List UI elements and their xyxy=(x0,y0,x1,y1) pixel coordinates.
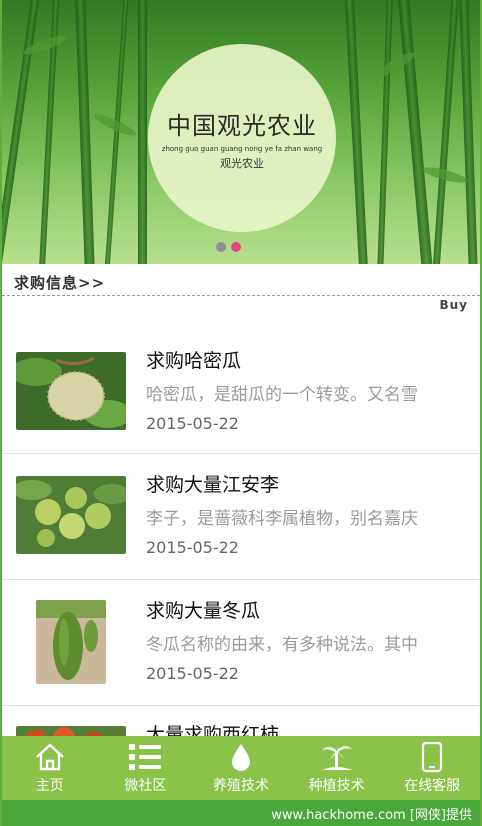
water-drop-icon xyxy=(224,741,258,773)
banner-pinyin: zhong guo guan guang nong ye fa zhan wan… xyxy=(161,144,323,153)
item-date: 2015-05-22 xyxy=(146,538,239,557)
carousel-dot-active[interactable] xyxy=(231,242,241,252)
item-date: 2015-05-22 xyxy=(146,664,239,683)
app-screen: 中国观光农业 zhong guo guan guang nong ye fa z… xyxy=(0,0,482,826)
footer-credit: www.hackhome.com [网侠]提供 xyxy=(271,808,472,823)
nav-label: 主页 xyxy=(35,778,64,794)
carousel-dot[interactable] xyxy=(216,242,226,252)
carousel-indicator[interactable] xyxy=(216,242,241,252)
winter-melon-thumbnail xyxy=(36,600,106,684)
banner-subtitle: 观光农业 xyxy=(220,156,264,170)
list-item[interactable]: 求购大量江安李 李子，是蔷薇科李属植物，别名嘉庆 2015-05-22 xyxy=(2,454,480,580)
purchase-list: 求购哈密瓜 哈密瓜，是甜瓜的一个转变。又名雪 2015-05-22 求购大量江安… xyxy=(2,330,480,804)
list-icon xyxy=(128,741,162,773)
bottom-navigation: 主页 微社区 养殖技术 种植技术 在线客服 xyxy=(2,736,480,800)
nav-label: 在线客服 xyxy=(404,778,461,794)
bamboo-stalk xyxy=(344,0,369,264)
nav-label: 养殖技术 xyxy=(212,778,269,794)
nav-item-community[interactable]: 微社区 xyxy=(98,736,194,800)
plum-thumbnail xyxy=(16,476,126,554)
bamboo-stalk xyxy=(138,0,147,264)
home-icon xyxy=(33,741,67,773)
bamboo-stalk xyxy=(458,0,479,264)
bamboo-stalk xyxy=(397,0,434,264)
section-header: 求购信息>> xyxy=(2,268,480,296)
buy-link[interactable]: Buy xyxy=(439,298,468,312)
item-title: 求购大量冬瓜 xyxy=(146,600,261,622)
item-description: 冬瓜名称的由来，有多种说法。其中 xyxy=(146,635,418,655)
item-date: 2015-05-22 xyxy=(146,414,239,433)
footer-bar: www.hackhome.com [网侠]提供 xyxy=(2,800,480,826)
melon-thumbnail xyxy=(16,352,126,430)
bamboo-stalk xyxy=(376,0,394,264)
list-item[interactable]: 求购大量冬瓜 冬瓜名称的由来，有多种说法。其中 2015-05-22 xyxy=(2,580,480,706)
banner-title: 中国观光农业 xyxy=(167,111,317,140)
item-description: 李子，是蔷薇科李属植物，别名嘉庆 xyxy=(146,509,418,529)
phone-icon xyxy=(415,741,449,773)
nav-item-planting[interactable]: 种植技术 xyxy=(289,736,385,800)
banner-logo-circle: 中国观光农业 zhong guo guan guang nong ye fa z… xyxy=(148,44,336,232)
bamboo-stalk xyxy=(431,0,460,264)
item-description: 哈密瓜，是甜瓜的一个转变。又名雪 xyxy=(146,385,418,405)
nav-label: 微社区 xyxy=(124,778,167,794)
nav-item-support[interactable]: 在线客服 xyxy=(384,736,480,800)
list-item[interactable]: 求购哈密瓜 哈密瓜，是甜瓜的一个转变。又名雪 2015-05-22 xyxy=(2,330,480,454)
item-title: 求购哈密瓜 xyxy=(146,350,242,372)
bamboo-stalk xyxy=(2,0,41,264)
bamboo-stalk xyxy=(74,0,96,264)
nav-item-home[interactable]: 主页 xyxy=(2,736,98,800)
hero-banner[interactable]: 中国观光农业 zhong guo guan guang nong ye fa z… xyxy=(2,0,480,264)
section-title[interactable]: 求购信息>> xyxy=(14,272,105,293)
palm-tree-icon xyxy=(320,741,354,773)
item-title: 求购大量江安李 xyxy=(146,474,280,496)
nav-item-breeding[interactable]: 养殖技术 xyxy=(193,736,289,800)
nav-label: 种植技术 xyxy=(308,778,365,794)
